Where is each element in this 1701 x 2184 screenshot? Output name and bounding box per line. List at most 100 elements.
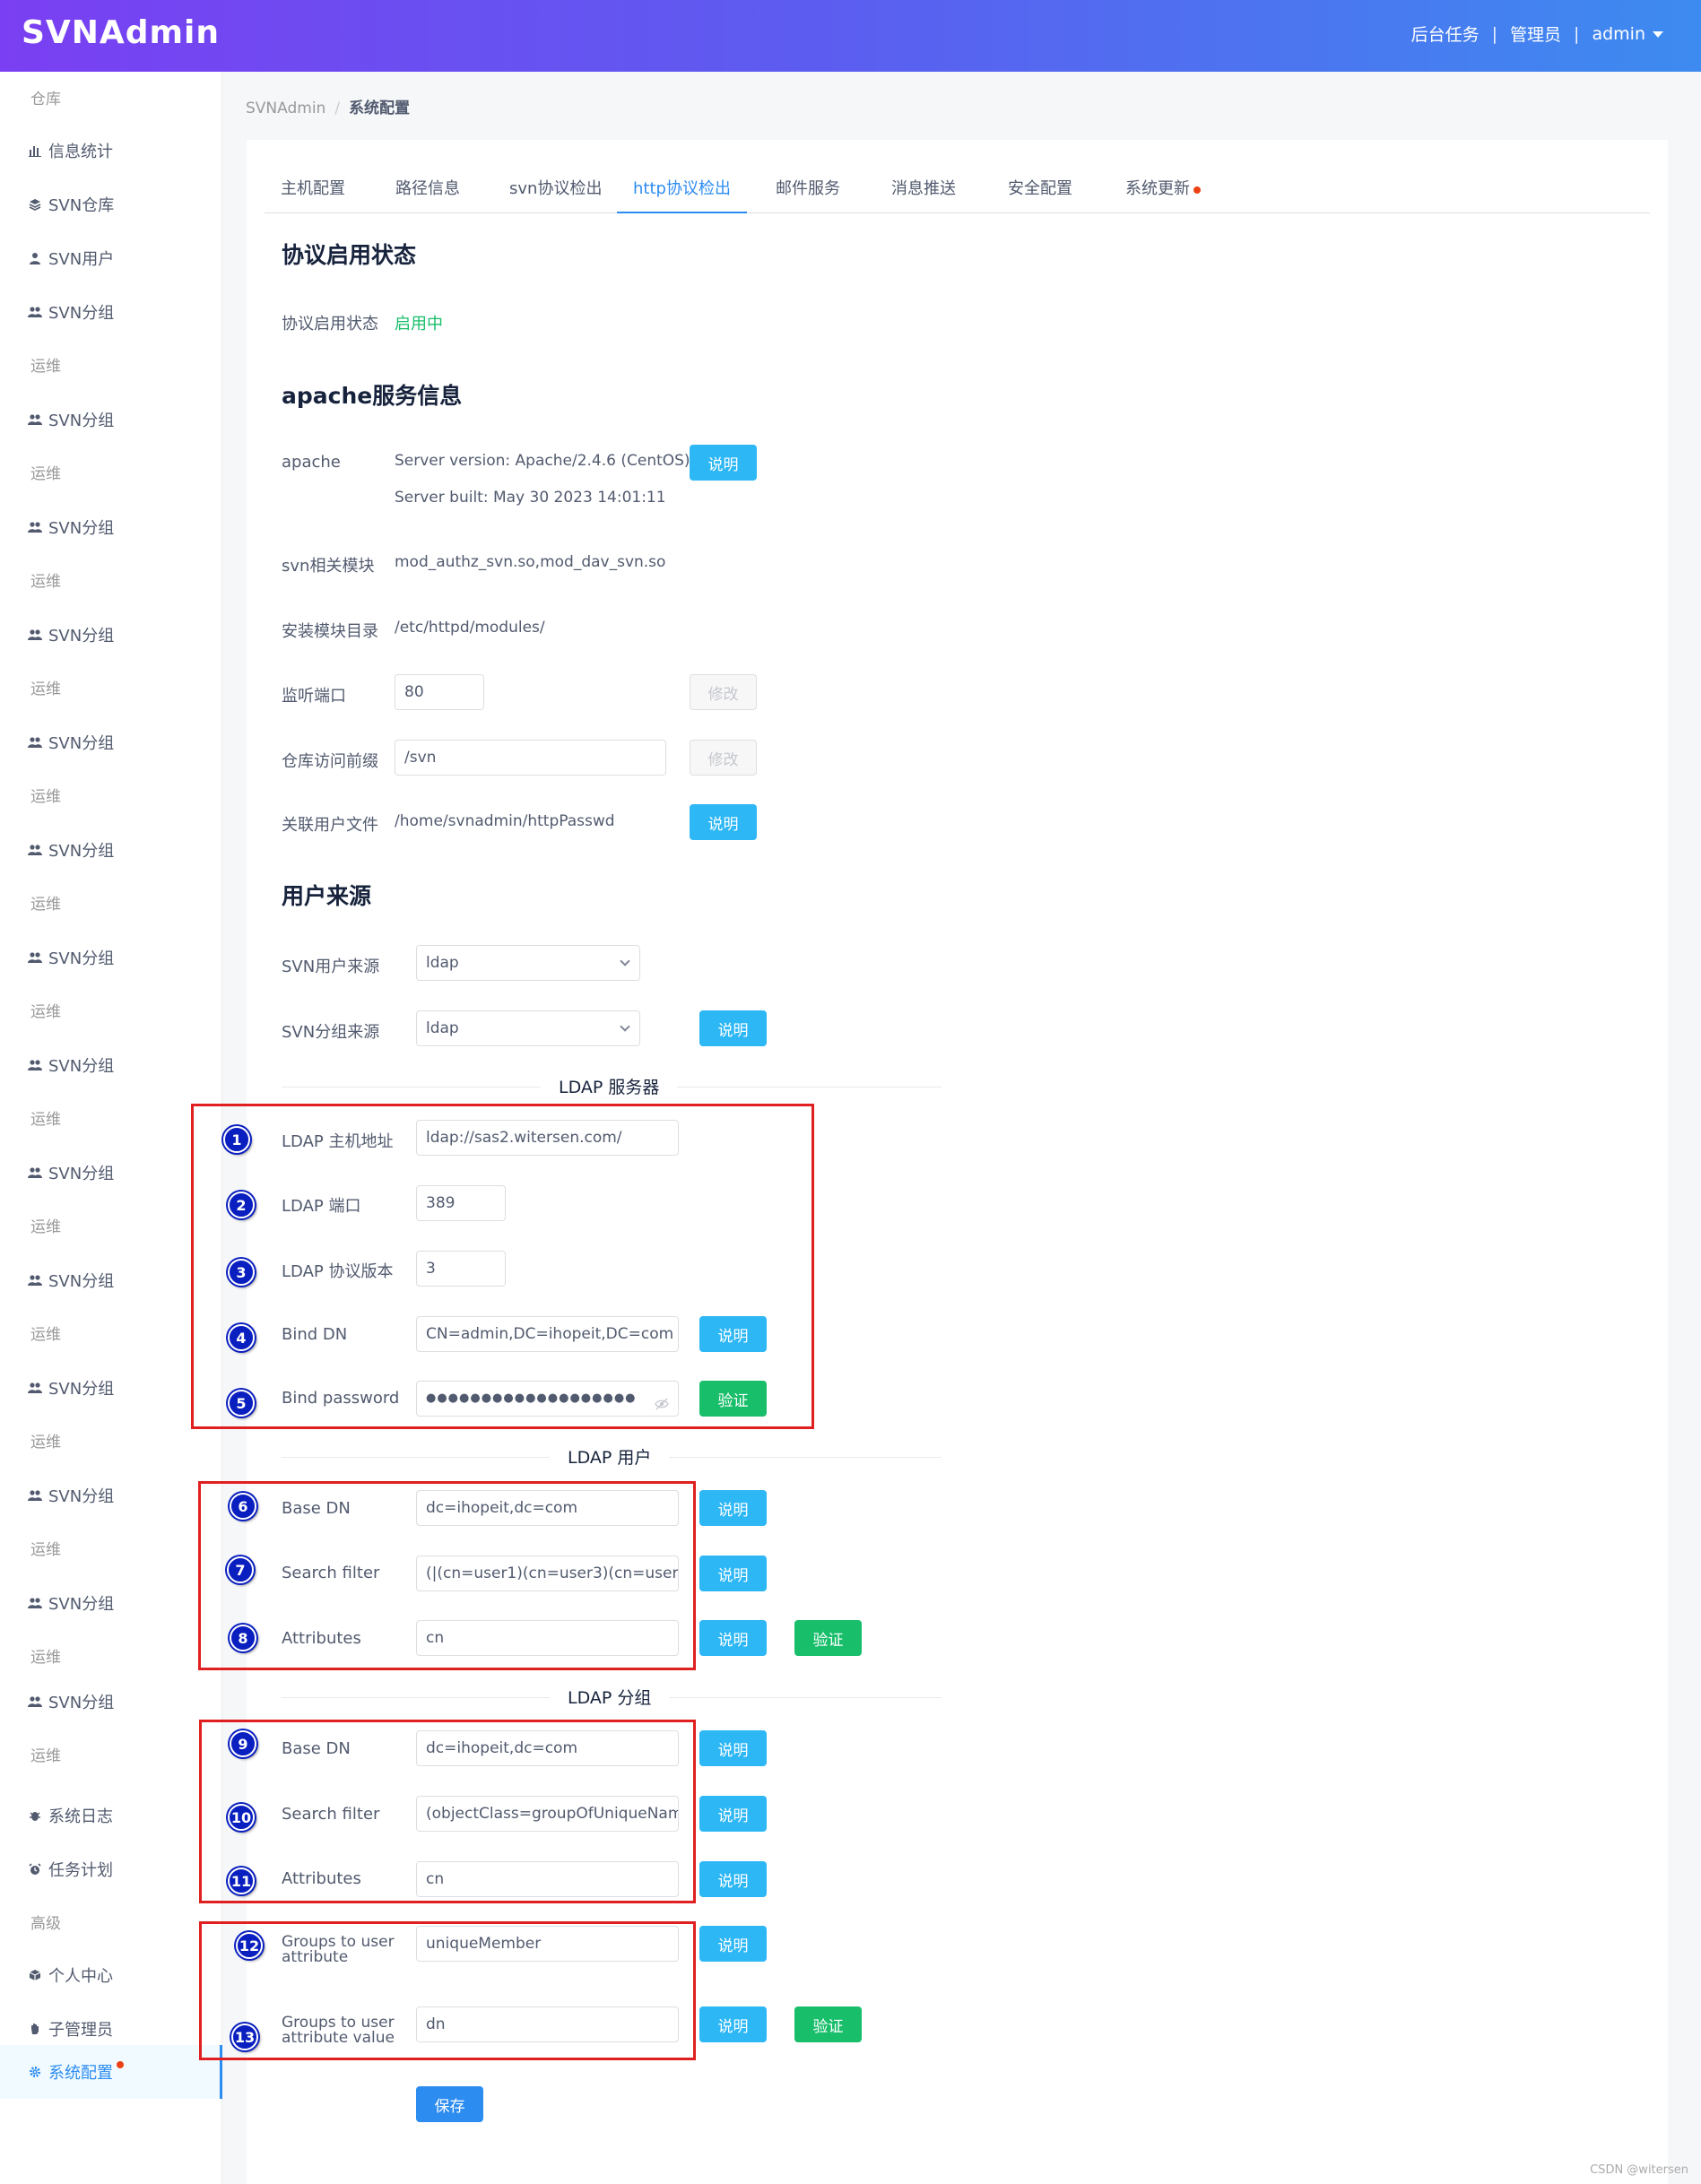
tab-http-checkout[interactable]: http协议检出 xyxy=(617,165,747,213)
ldap-group-divider-text: LDAP 分组 xyxy=(550,1685,670,1709)
select-value: ldap xyxy=(426,954,459,972)
apache-label: apache xyxy=(282,453,341,472)
sidebar-item-svn-user[interactable]: SVN用户 xyxy=(0,231,222,285)
group-filter-input[interactable]: (objectClass=groupOfUniqueName xyxy=(416,1796,679,1832)
bind-dn-explain-button[interactable]: 说明 xyxy=(699,1316,767,1352)
sidebar-item-label: SVN分组 xyxy=(48,949,115,968)
tab-label: 系统更新 xyxy=(1125,179,1190,198)
sidebar-item-svn-group[interactable]: SVN分组 xyxy=(0,1253,222,1307)
top-header: SVNAdmin 后台任务 | 管理员 | admin xyxy=(0,0,1701,72)
breadcrumb-root[interactable]: SVNAdmin xyxy=(246,100,325,117)
user-verify-button[interactable]: 验证 xyxy=(794,1620,862,1656)
svn-group-source-select[interactable]: ldap xyxy=(416,1010,640,1046)
marker-7: 7 xyxy=(227,1556,254,1583)
listen-port-label: 监听端口 xyxy=(282,687,346,706)
sidebar-item-sysconfig[interactable]: 系统配置 xyxy=(0,2045,222,2099)
ldap-host-label: LDAP 主机地址 xyxy=(282,1132,394,1151)
group-icon xyxy=(27,1487,43,1504)
apache-explain-button[interactable]: 说明 xyxy=(690,445,757,481)
bind-dn-label: Bind DN xyxy=(282,1325,348,1344)
tab-svn-checkout[interactable]: svn协议检出 xyxy=(493,165,618,213)
user-file-explain-button[interactable]: 说明 xyxy=(690,804,757,840)
g2u-attr-input[interactable]: uniqueMember xyxy=(416,1926,679,1962)
tab-host-config[interactable]: 主机配置 xyxy=(265,165,361,213)
user-menu[interactable]: admin xyxy=(1592,24,1663,44)
sidebar-group-repo: 仓库 xyxy=(30,90,61,108)
listen-port-input[interactable]: 80 xyxy=(395,674,484,710)
bind-password-input[interactable]: ●●●●●●●●●●●●●●●●●●● xyxy=(416,1381,679,1417)
breadcrumb: SVNAdmin / 系统配置 xyxy=(246,95,410,117)
sidebar-item-svn-group[interactable]: SVN分组 xyxy=(0,931,222,984)
sidebar-item-svn-group[interactable]: SVN分组 xyxy=(0,715,222,769)
save-button[interactable]: 保存 xyxy=(416,2086,483,2122)
user-attr-input[interactable]: cn xyxy=(416,1620,679,1656)
g2u-attr-explain-button[interactable]: 说明 xyxy=(699,1926,767,1962)
bind-dn-input[interactable]: CN=admin,DC=ihopeit,DC=com xyxy=(416,1316,679,1352)
sidebar-item-svn-group[interactable]: SVN分组 xyxy=(0,1675,222,1729)
svn-user-source-label: SVN用户来源 xyxy=(282,958,380,976)
sidebar-item-svn-repo[interactable]: SVN仓库 xyxy=(0,178,222,231)
app-logo[interactable]: SVNAdmin xyxy=(22,14,220,51)
group-icon xyxy=(27,1380,43,1396)
sidebar-item-syslog[interactable]: 系统日志 xyxy=(0,1789,222,1842)
user-file-value: /home/svnadmin/httpPasswd xyxy=(395,812,615,830)
user-attr-label: Attributes xyxy=(282,1629,361,1648)
sidebar-item-svn-group[interactable]: SVN分组 xyxy=(0,1038,222,1092)
sidebar-item-stats[interactable]: 信息统计 xyxy=(0,124,222,178)
sidebar-item-svn-group[interactable]: SVN分组 xyxy=(0,823,222,877)
user-basedn-explain-button[interactable]: 说明 xyxy=(699,1490,767,1526)
tab-message-push[interactable]: 消息推送 xyxy=(875,165,972,213)
sidebar-group-ops: 运维 xyxy=(30,1218,61,1236)
tab-mail-service[interactable]: 邮件服务 xyxy=(759,165,856,213)
tab-system-update[interactable]: 系统更新 xyxy=(1109,165,1217,213)
sidebar-item-label: SVN仓库 xyxy=(48,196,115,215)
sidebar-item-tasks[interactable]: 任务计划 xyxy=(0,1842,222,1896)
eye-off-icon[interactable] xyxy=(655,1391,669,1416)
port-modify-button[interactable]: 修改 xyxy=(690,674,757,710)
group-attr-explain-button[interactable]: 说明 xyxy=(699,1861,767,1897)
group-filter-explain-button[interactable]: 说明 xyxy=(699,1796,767,1832)
sidebar-item-svn-group[interactable]: SVN分组 xyxy=(0,1469,222,1522)
group-verify-button[interactable]: 验证 xyxy=(794,2006,862,2042)
sidebar-item-svn-group[interactable]: SVN分组 xyxy=(0,1576,222,1630)
sidebar-item-profile[interactable]: 个人中心 xyxy=(0,1948,222,2002)
svn-user-source-select[interactable]: ldap xyxy=(416,945,640,981)
sidebar-item-svn-group[interactable]: SVN分组 xyxy=(0,1361,222,1415)
ldap-host-input[interactable]: ldap://sas2.witersen.com/ xyxy=(416,1120,679,1156)
sidebar-item-svn-group[interactable]: SVN分组 xyxy=(0,608,222,662)
repo-prefix-input[interactable]: /svn xyxy=(395,740,666,776)
repo-prefix-label: 仓库访问前缀 xyxy=(282,752,378,771)
user-filter-explain-button[interactable]: 说明 xyxy=(699,1556,767,1591)
sidebar-item-svn-group[interactable]: SVN分组 xyxy=(0,500,222,554)
group-source-explain-button[interactable]: 说明 xyxy=(699,1010,767,1046)
user-filter-input[interactable]: (|(cn=user1)(cn=user3)(cn=user5)) xyxy=(416,1556,679,1591)
sidebar-group-ops: 运维 xyxy=(30,357,61,376)
marker-2: 2 xyxy=(228,1192,255,1218)
bind-password-label: Bind password xyxy=(282,1389,400,1408)
group-icon xyxy=(27,304,43,320)
prefix-modify-button[interactable]: 修改 xyxy=(690,740,757,776)
tab-security-config[interactable]: 安全配置 xyxy=(992,165,1089,213)
ldap-version-input[interactable]: 3 xyxy=(416,1251,506,1287)
group-attr-input[interactable]: cn xyxy=(416,1861,679,1897)
group-basedn-input[interactable]: dc=ihopeit,dc=com xyxy=(416,1730,679,1766)
bind-verify-button[interactable]: 验证 xyxy=(699,1381,767,1417)
tab-path-info[interactable]: 路径信息 xyxy=(379,165,476,213)
user-file-label: 关联用户文件 xyxy=(282,816,378,835)
sidebar-item-svn-group[interactable]: SVN分组 xyxy=(0,393,222,446)
user-attr-explain-button[interactable]: 说明 xyxy=(699,1620,767,1656)
sidebar-item-svn-group[interactable]: SVN分组 xyxy=(0,1146,222,1200)
g2u-value-input[interactable]: dn xyxy=(416,2006,679,2042)
sidebar-item-label: SVN分组 xyxy=(48,1595,115,1614)
ldap-port-input[interactable]: 389 xyxy=(416,1185,506,1221)
g2u-value-explain-button[interactable]: 说明 xyxy=(699,2006,767,2042)
sidebar-item-label: SVN分组 xyxy=(48,842,115,861)
sidebar-group-ops: 运维 xyxy=(30,572,61,591)
group-icon xyxy=(27,519,43,535)
sidebar-item-svn-group[interactable]: SVN分组 xyxy=(0,285,222,339)
g2u-attr-label: Groups to user attribute xyxy=(282,1935,395,1965)
group-basedn-explain-button[interactable]: 说明 xyxy=(699,1730,767,1766)
background-tasks-link[interactable]: 后台任务 xyxy=(1411,22,1480,46)
protocol-status-label: 协议启用状态 xyxy=(282,315,378,334)
user-basedn-input[interactable]: dc=ihopeit,dc=com xyxy=(416,1490,679,1526)
